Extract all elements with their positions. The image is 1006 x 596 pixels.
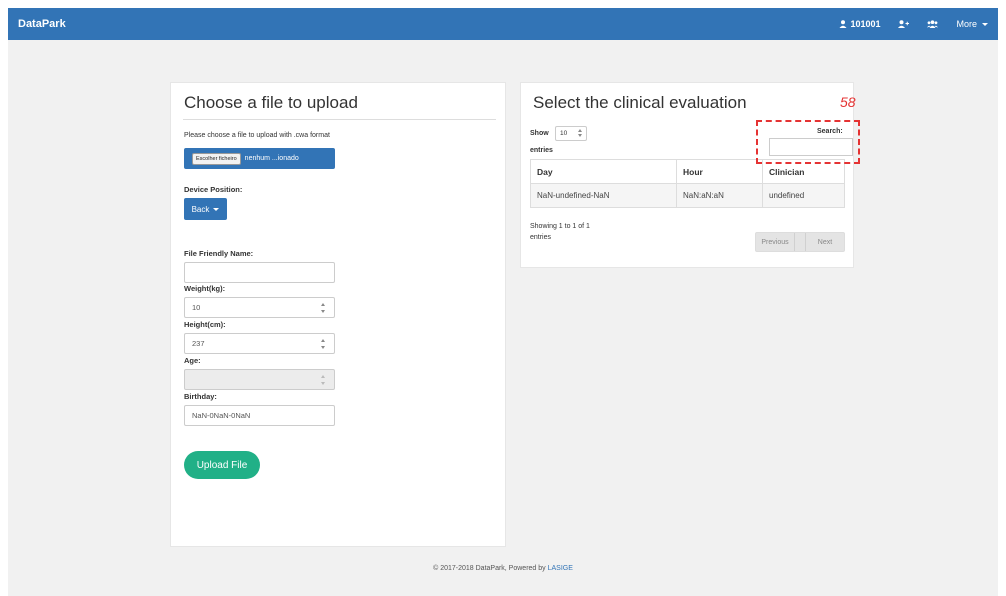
table-row[interactable]: NaN-undefined-NaN NaN:aN:aN undefined [530,183,845,208]
height-input[interactable]: 237 [184,333,335,354]
navbar: DataPark 101001 More [8,8,998,40]
cell-hour: NaN:aN:aN [676,183,763,208]
upload-file-button[interactable]: Upload File [184,451,260,479]
users-button[interactable] [927,20,939,28]
page-length-select[interactable]: 10 [555,126,587,141]
friendly-name-input[interactable] [184,262,335,283]
file-chooser[interactable]: Escolher ficheiro nenhum ...ionado [184,148,335,169]
age-label: Age: [184,356,201,365]
column-header-day[interactable]: Day [530,159,677,184]
evaluation-table: Day Hour Clinician NaN-undefined-NaN NaN… [530,159,845,208]
birthday-input[interactable]: NaN-0NaN-0NaN [184,405,335,426]
device-position-dropdown[interactable]: Back [184,198,227,220]
device-position-label: Device Position: [184,185,243,194]
annotation-box [756,120,860,164]
page-length-stepper [577,129,583,137]
choose-file-button[interactable]: Escolher ficheiro [192,152,241,165]
weight-value: 10 [192,303,201,312]
evaluation-panel-title: Select the clinical evaluation [533,93,747,112]
navbar-right: 101001 More [839,19,988,29]
page-length-value: 10 [560,130,568,137]
add-user-icon [898,20,910,28]
friendly-name-label: File Friendly Name: [184,249,254,258]
column-header-hour[interactable]: Hour [676,159,763,184]
chevron-down-icon [982,22,988,26]
brand-logo[interactable]: DataPark [18,18,66,30]
weight-stepper[interactable] [320,303,326,313]
footer-link[interactable]: LASIGE [548,565,573,572]
footer: © 2017-2018 DataPark, Powered by LASIGE [0,565,1006,572]
entries-label: entries [530,147,553,154]
user-menu[interactable]: 101001 [839,19,880,29]
height-label: Height(cm): [184,320,226,329]
weight-label: Weight(kg): [184,284,226,293]
birthday-value: NaN-0NaN-0NaN [192,411,251,420]
footer-text: © 2017-2018 DataPark, Powered by [433,565,548,572]
height-value: 237 [192,339,205,348]
users-icon [927,20,939,28]
next-button[interactable]: Next [806,239,844,246]
show-label: Show [530,130,549,137]
cell-day: NaN-undefined-NaN [530,183,677,208]
more-menu[interactable]: More [956,19,988,29]
age-input [184,369,335,390]
table-info-line2: entries [530,234,552,241]
upload-panel: Choose a file to upload Please choose a … [170,82,506,547]
evaluation-panel: Select the clinical evaluation Show 10 e… [520,82,854,268]
divider [183,119,496,120]
user-id: 101001 [850,19,881,29]
birthday-label: Birthday: [184,392,217,401]
upload-panel-title: Choose a file to upload [184,93,358,112]
chevron-down-icon [213,207,220,211]
selected-file-name: nenhum ...ionado [244,155,299,162]
age-stepper [320,375,326,385]
cell-clinician: undefined [762,183,845,208]
upload-instruction: Please choose a file to upload with .cwa… [184,132,330,139]
add-user-button[interactable] [898,20,910,28]
device-position-value: Back [191,204,210,214]
more-label: More [956,19,977,29]
annotation-number: 58 [840,94,856,110]
user-icon [839,20,847,28]
pagination: Previous Next [755,232,845,252]
page-separator [794,233,806,251]
table-info-line1: Showing 1 to 1 of 1 [530,223,590,230]
weight-input[interactable]: 10 [184,297,335,318]
previous-button[interactable]: Previous [756,239,794,246]
height-stepper[interactable] [320,339,326,349]
